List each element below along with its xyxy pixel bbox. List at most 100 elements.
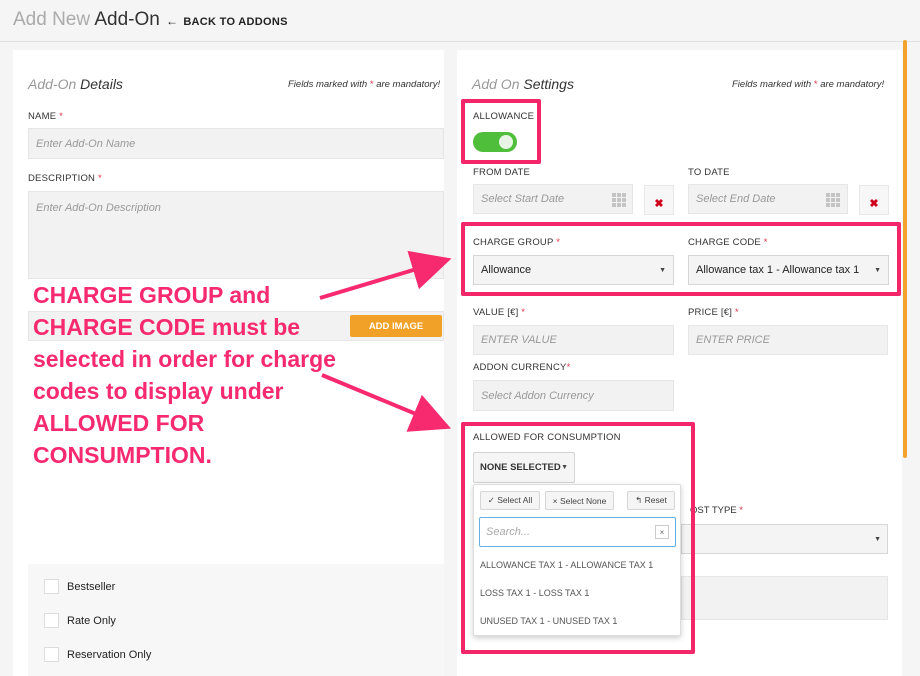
back-link-label: BACK TO ADDONS: [183, 16, 288, 28]
currency-placeholder: Select Addon Currency: [481, 389, 594, 402]
clear-icon: ✖: [869, 197, 879, 210]
cost-type-select[interactable]: ▼: [681, 524, 888, 554]
annotation-callout: CHARGE GROUP and CHARGE CODE must be sel…: [33, 282, 336, 468]
price-placeholder: ENTER PRICE: [696, 334, 770, 346]
mandatory-prefix: Fields marked with: [732, 79, 812, 90]
back-to-addons-link[interactable]: ← BACK TO ADDONS: [166, 14, 288, 28]
mandatory-note-right: Fields marked with * are mandatory!: [732, 79, 884, 90]
cost-field-block: [681, 576, 888, 620]
dropdown-option[interactable]: LOSS TAX 1 - LOSS TAX 1: [480, 588, 589, 598]
bestseller-checkbox[interactable]: [44, 579, 59, 594]
clear-search-icon[interactable]: ×: [655, 525, 669, 539]
cost-type-label-text: OST TYPE: [690, 505, 737, 516]
to-date-label: TO DATE: [688, 167, 730, 178]
rate-only-label: Rate Only: [67, 614, 116, 627]
charge-code-label: CHARGE CODE *: [688, 237, 768, 248]
value-input[interactable]: ENTER VALUE: [473, 325, 674, 355]
details-title-light: Add-On: [28, 76, 77, 92]
addon-currency-select[interactable]: Select Addon Currency: [473, 380, 674, 411]
mandatory-note-left: Fields marked with * are mandatory!: [288, 79, 440, 90]
charge-group-value: Allowance: [481, 264, 532, 276]
mandatory-prefix: Fields marked with: [288, 79, 368, 90]
required-star: *: [813, 79, 818, 90]
page-title: Add New Add-On: [13, 9, 160, 31]
price-input[interactable]: ENTER PRICE: [688, 325, 888, 355]
scrollbar[interactable]: [903, 40, 907, 458]
reservation-only-label: Reservation Only: [67, 648, 152, 661]
allowed-consumption-multiselect[interactable]: NONE SELECTED ▼: [473, 452, 575, 483]
required-star: *: [97, 173, 102, 184]
name-placeholder: Enter Add-On Name: [36, 137, 136, 150]
none-selected-text: NONE SELECTED: [480, 462, 561, 473]
addon-name-input[interactable]: Enter Add-On Name: [28, 128, 444, 159]
addon-currency-label: ADDON CURRENCY*: [473, 362, 571, 373]
caret-down-icon: ▼: [561, 464, 568, 471]
select-none-button[interactable]: × Select None: [545, 491, 614, 510]
details-title-strong: Details: [80, 76, 123, 92]
clear-from-date-button[interactable]: ✖: [644, 185, 674, 215]
required-star: *: [734, 307, 739, 318]
charge-code-label-text: CHARGE CODE: [688, 237, 761, 248]
settings-section-title: Add On Settings: [472, 76, 574, 92]
from-date-placeholder: Select Start Date: [481, 193, 565, 205]
allowed-for-consumption-label: ALLOWED FOR CONSUMPTION: [473, 432, 621, 443]
name-label-text: NAME: [28, 111, 57, 122]
calendar-icon[interactable]: [826, 193, 840, 207]
rate-only-checkbox-row[interactable]: Rate Only: [44, 613, 116, 628]
page-title-strong: Add-On: [94, 9, 160, 30]
description-label: DESCRIPTION *: [28, 173, 102, 184]
search-placeholder: Search...: [486, 526, 531, 538]
caret-down-icon: ▼: [659, 266, 666, 274]
value-placeholder: ENTER VALUE: [481, 334, 557, 346]
add-image-button[interactable]: ADD IMAGE: [350, 315, 442, 337]
to-date-placeholder: Select End Date: [696, 193, 776, 205]
reset-button[interactable]: ↰ Reset: [627, 491, 675, 510]
clear-icon: ✖: [654, 197, 664, 210]
charge-code-select[interactable]: Allowance tax 1 - Allowance tax 1 ▼: [688, 255, 889, 285]
settings-title-light: Add On: [472, 76, 520, 92]
page-title-light: Add New: [13, 9, 91, 30]
mandatory-suffix: are mandatory!: [376, 79, 441, 90]
multiselect-dropdown: ✓ Select All × Select None ↰ Reset Searc…: [473, 484, 681, 636]
rate-only-checkbox[interactable]: [44, 613, 59, 628]
charge-group-label-text: CHARGE GROUP: [473, 237, 554, 248]
reservation-only-checkbox-row[interactable]: Reservation Only: [44, 647, 151, 662]
cost-type-label: OST TYPE *: [690, 505, 743, 516]
price-label-text: PRICE [€]: [688, 307, 733, 318]
clear-to-date-button[interactable]: ✖: [859, 185, 889, 215]
dropdown-option[interactable]: ALLOWANCE TAX 1 - ALLOWANCE TAX 1: [480, 560, 653, 570]
from-date-input[interactable]: Select Start Date: [473, 184, 633, 214]
required-star: *: [763, 237, 768, 248]
allowance-toggle[interactable]: [473, 132, 517, 152]
dropdown-search-input[interactable]: Search... ×: [479, 517, 676, 547]
to-date-input[interactable]: Select End Date: [688, 184, 848, 214]
bestseller-label: Bestseller: [67, 580, 116, 593]
required-star: *: [556, 237, 561, 248]
currency-label-text: ADDON CURRENCY: [473, 362, 567, 373]
required-star: *: [521, 307, 526, 318]
calendar-icon[interactable]: [612, 193, 626, 207]
details-section-title: Add-On Details: [28, 76, 123, 92]
addon-description-textarea[interactable]: Enter Add-On Description: [28, 191, 444, 279]
select-all-button[interactable]: ✓ Select All: [480, 491, 540, 510]
from-date-label: FROM DATE: [473, 167, 531, 178]
caret-down-icon: ▼: [874, 535, 881, 543]
charge-group-label: CHARGE GROUP *: [473, 237, 560, 248]
dropdown-option[interactable]: UNUSED TAX 1 - UNUSED TAX 1: [480, 616, 617, 626]
bestseller-checkbox-row[interactable]: Bestseller: [44, 579, 115, 594]
top-bar: Add New Add-On ← BACK TO ADDONS: [0, 0, 920, 42]
value-label: VALUE [€] *: [473, 307, 525, 318]
value-label-text: VALUE [€]: [473, 307, 519, 318]
required-star: *: [566, 362, 571, 373]
charge-code-value: Allowance tax 1 - Allowance tax 1: [696, 264, 860, 276]
price-label: PRICE [€] *: [688, 307, 739, 318]
name-label: NAME *: [28, 111, 63, 122]
allowance-label: ALLOWANCE: [473, 111, 535, 122]
required-star: *: [59, 111, 63, 122]
settings-title-strong: Settings: [523, 76, 574, 92]
caret-down-icon: ▼: [874, 266, 881, 274]
mandatory-suffix: are mandatory!: [820, 79, 885, 90]
toggle-knob: [499, 135, 513, 149]
charge-group-select[interactable]: Allowance ▼: [473, 255, 674, 285]
reservation-only-checkbox[interactable]: [44, 647, 59, 662]
